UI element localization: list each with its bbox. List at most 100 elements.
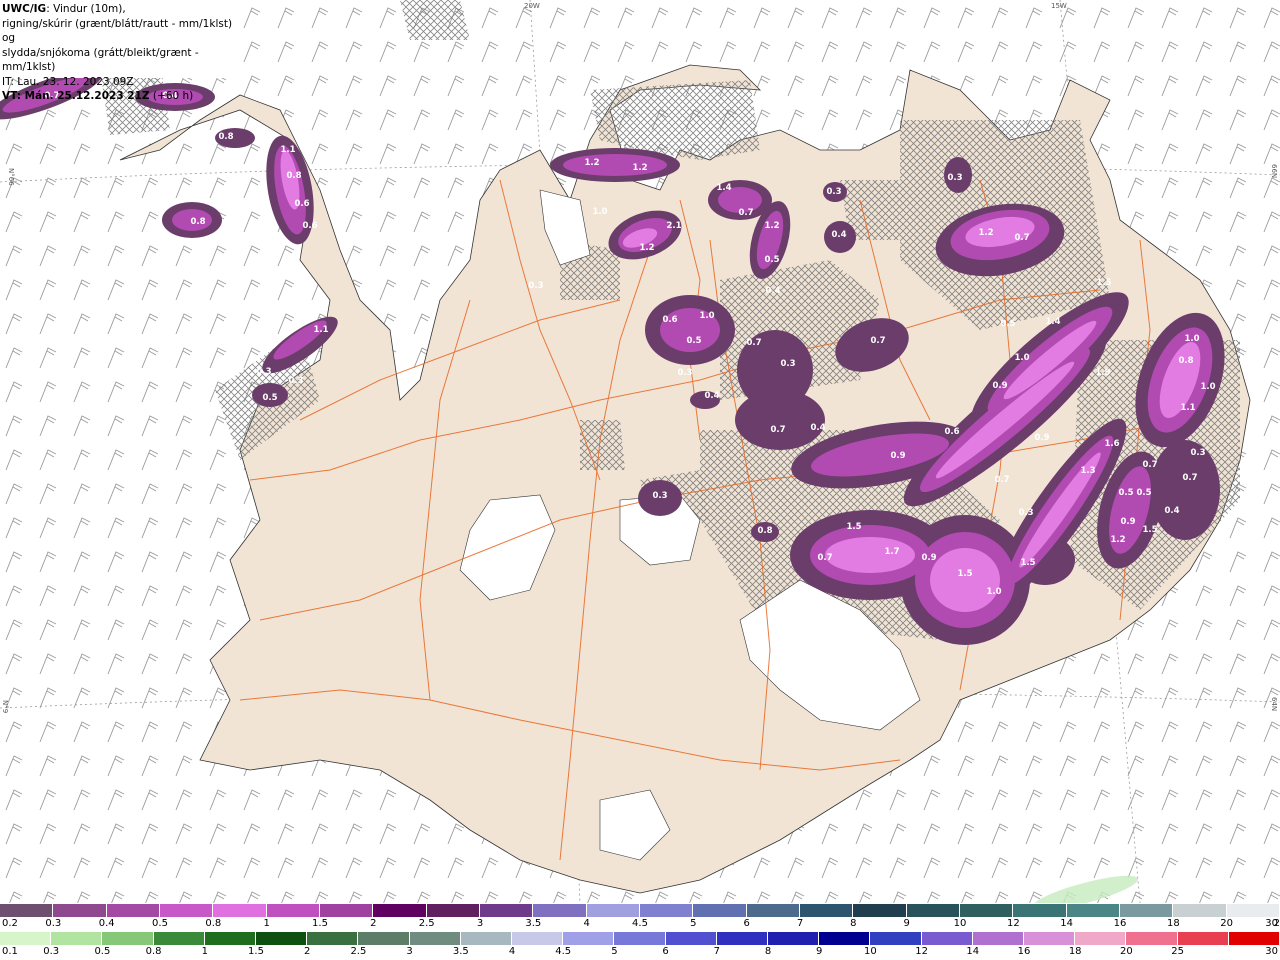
precip-label: 0.3 [1018,508,1033,518]
precip-label: 1.4 [1045,317,1060,327]
legend-swatch [159,904,214,917]
legend-swatch [799,904,854,917]
product-code: UWC/IG [2,3,47,15]
precip-label: 1.5 [957,569,972,579]
legend-label: 4 [583,918,590,929]
precip-label: 1.5 [1142,525,1157,535]
legend-label: 1.5 [248,946,264,957]
precip-label: 0.8 [190,217,205,227]
precip-label: 1.5 [846,522,861,532]
precip-label: 0.4 [765,286,780,296]
legend-swatch [1075,932,1127,945]
legend-label: 25 [1171,946,1184,957]
precip-label: 0.9 [921,553,936,563]
precip-label: 0.3 [826,187,841,197]
legend-swatch [153,932,205,945]
legend-swatch [102,932,154,945]
legend-label: 8 [850,918,857,929]
legend-swatch [665,932,717,945]
legend-swatch [870,932,922,945]
legend-swatch [426,904,480,917]
precip-label: 1.0 [1200,382,1215,392]
legend-swatch [479,904,534,917]
legend-swatch [1119,904,1174,917]
legend-swatch [1013,904,1067,917]
precip-label: 0.8 [757,526,772,536]
precip-label: 0.6 [302,221,317,231]
legend-label: 0.8 [145,946,162,957]
forecast-offset: (+60 h) [149,90,194,102]
legend-label: 4.5 [555,946,572,957]
precip-label: 0.3 [256,367,271,377]
legend-swatch [746,904,800,917]
legend-label: 9 [816,946,823,957]
precip-label: 1.1 [280,145,295,155]
legend-label: 7 [713,946,720,957]
legend-label: 20 [1220,918,1234,929]
precip-label: 0.7 [1014,233,1029,243]
precip-label: 1.2 [1110,535,1125,545]
precip-label: 0.9 [890,451,905,461]
precip-label: 1.0 [699,311,714,321]
legend-label: 9 [903,918,910,929]
snow-description: slydda/snjókoma (grátt/bleikt/grænt - mm… [2,46,199,74]
legend-swatch [409,932,461,945]
legend-swatch [614,932,666,945]
legend-label: 14 [966,946,980,957]
legend-label: 8 [764,946,772,957]
legend-swatch [1126,932,1178,945]
legend-label: 10 [953,918,967,929]
precip-label: 0.4 [704,391,719,401]
legend-swatch [1024,932,1076,945]
legend-swatch [853,904,907,917]
lat-label-66n-left: N°66 [7,168,15,186]
legend-swatch [319,904,374,917]
legend-swatch [716,932,769,945]
legend-swatch [460,932,513,945]
legend-swatch [307,932,359,945]
legend-label: 18 [1166,918,1180,929]
precip-label: 0.9 [1120,517,1135,527]
precip-label: 0.7 [1182,473,1197,483]
legend-label: 4 [508,946,516,957]
rain-description: rigning/skúrir (grænt/blátt/rautt - mm/1… [2,17,233,45]
legend-label: 1 [263,918,270,929]
legend-label: 0.1 [2,946,18,957]
legend-label: 14 [1060,918,1074,929]
legend-label: 3.5 [452,946,469,957]
legend-label: 3 [406,946,413,957]
legend-swatch [1228,932,1280,945]
precip-label: 0.3 [652,491,667,501]
precip-label: 0.7 [817,553,832,563]
precip-label: 1.4 [716,183,731,193]
legend-label: 0.3 [43,946,60,957]
lat-label-64n-right: 64N [1270,697,1278,711]
precip-label: 0.7 [870,336,885,346]
legend-label: 0.8 [205,918,222,929]
legend-label: 0.4 [98,918,115,929]
precip-label: 0.4 [1164,506,1179,516]
precip-label: 0.5 [262,393,277,403]
legend-swatch [533,904,587,917]
legend-swatch [639,904,694,917]
legend-label: 2.5 [350,946,367,957]
precip-label: 0.8 [1178,356,1193,366]
legend-label: 2 [370,918,377,929]
legend-swatch [1177,932,1229,945]
weather-map: 20W 15W N°66 66N N°9 64N 0.7 0.4 0.8 1.1… [0,0,1280,903]
snow-color-scale [0,904,1280,917]
legend-swatch [1066,904,1120,917]
precip-label: 0.6 [294,199,309,209]
precip-label: 1.2 [584,158,599,168]
precip-label: 0.8 [218,132,233,142]
legend-label: 20 [1120,946,1133,957]
legend-swatch [0,932,52,945]
legend-swatch [204,932,257,945]
precip-label: 0.3 [528,281,543,291]
legend-label: 1 [201,946,208,957]
precip-label: 1.2 [764,221,779,231]
precip-label: 0.5 [1000,319,1015,329]
legend-swatch [51,932,103,945]
precip-label: 0.5 [764,255,779,265]
precip-label: 1.9 [1095,368,1110,378]
